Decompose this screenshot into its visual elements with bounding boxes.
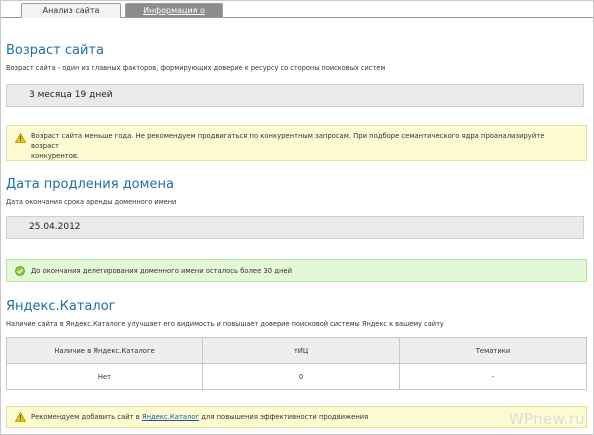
domain-renewal-description: Дата окончания срока аренды доменного им… <box>6 198 177 206</box>
yandex-catalog-warning-text: Рекомендуем добавить сайт в Яндекс.Катал… <box>31 412 572 422</box>
site-age-warning-text: Возраст сайта меньше года. Не рекомендуе… <box>31 131 572 161</box>
table-header-row: Наличие в Яндекс.Каталоге тИЦ Тематики <box>6 337 587 364</box>
domain-renewal-notice: До окончания делегирования доменного име… <box>6 259 587 282</box>
site-age-warning-line-1: Возраст сайта меньше года. Не рекомендуе… <box>31 132 545 150</box>
site-age-value: 3 месяца 19 дней <box>6 84 584 107</box>
yandex-catalog-title: Яндекс.Каталог <box>6 299 116 314</box>
cell-tic: 0 <box>202 363 400 390</box>
cell-topics: - <box>399 363 587 390</box>
warning-icon <box>14 411 27 422</box>
table-row: Нет 0 - <box>6 363 587 390</box>
site-age-title: Возраст сайта <box>6 43 104 58</box>
tab-site-analysis[interactable]: Анализ сайта <box>21 3 121 18</box>
domain-renewal-value: 25.04.2012 <box>6 216 584 239</box>
column-header-tic: тИЦ <box>202 337 400 364</box>
site-age-description: Возраст сайта - один из главных факторов… <box>6 64 386 72</box>
warning-text-before: Рекомендуем добавить сайт в <box>31 413 140 421</box>
warning-icon <box>14 132 27 143</box>
check-icon <box>15 266 25 276</box>
yandex-catalog-warning: Рекомендуем добавить сайт в Яндекс.Катал… <box>6 406 587 428</box>
warning-text-after: для повышения эффективности продвижения <box>201 413 369 421</box>
domain-renewal-title: Дата продления домена <box>6 177 174 192</box>
tab-page-info[interactable]: Информация о страницах <box>125 3 223 29</box>
yandex-catalog-link[interactable]: Яндекс.Каталог <box>142 413 199 421</box>
tab-bar: Анализ сайта Информация о страницах <box>1 1 593 29</box>
watermark: WPnew.ru <box>508 410 585 428</box>
yandex-catalog-description: Наличие сайта в Яндекс.Каталоге улучшает… <box>6 320 444 328</box>
column-header-topics: Тематики <box>399 337 587 364</box>
cell-catalog-presence: Нет <box>6 363 203 390</box>
app-frame: Анализ сайта Информация о страницах Возр… <box>0 0 594 435</box>
domain-renewal-notice-text: До окончания делегирования доменного име… <box>31 267 292 275</box>
site-age-warning-line-2: конкурентов. <box>31 152 80 160</box>
site-age-warning: Возраст сайта меньше года. Не рекомендуе… <box>6 125 587 161</box>
yandex-catalog-table: Наличие в Яндекс.Каталоге тИЦ Тематики Н… <box>6 337 587 390</box>
column-header-catalog-presence: Наличие в Яндекс.Каталоге <box>6 337 203 364</box>
